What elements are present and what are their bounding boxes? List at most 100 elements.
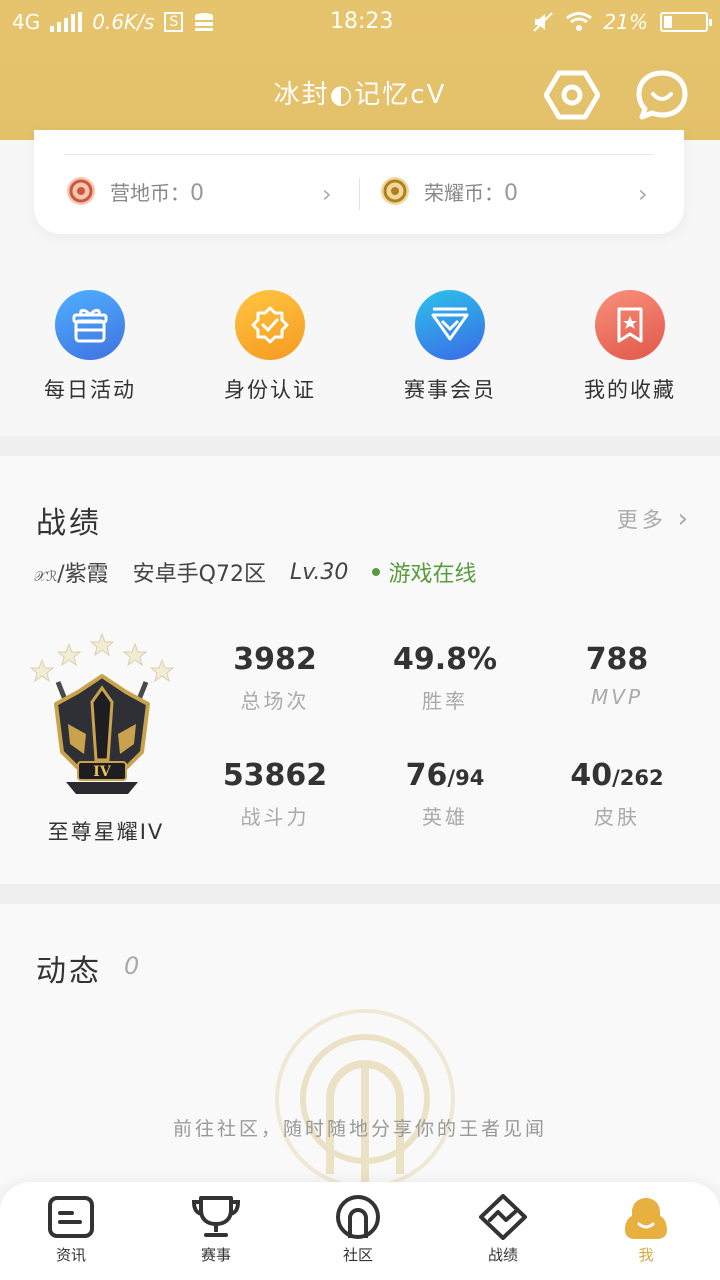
- honor-coin-value: 0: [504, 180, 518, 206]
- feed-title: 动态: [36, 954, 102, 989]
- honor-coin-entry[interactable]: 荣耀币：0: [380, 176, 518, 206]
- shortcut-verification[interactable]: 身份认证: [195, 290, 345, 404]
- stat-label: 胜率: [422, 689, 468, 713]
- record-chart-icon: [479, 1194, 527, 1240]
- record-section: 战绩 更多 › 𝒳ℛ/紫霞 安卓手Q72区 Lv.30 游戏在线 IV 至尊星耀…: [0, 456, 720, 884]
- mute-icon: [532, 12, 553, 32]
- stat-value: 53862: [222, 758, 328, 793]
- status-bar: 4G 0.6K/s S 18:23 21%: [0, 0, 720, 48]
- section-separator: [0, 436, 720, 456]
- sim-badge-icon: S: [164, 12, 184, 32]
- player-tag: 𝒳ℛ: [34, 569, 58, 585]
- diamond-icon: [415, 290, 485, 360]
- tab-label: 战绩: [487, 1246, 518, 1264]
- bookmark-star-icon: [595, 290, 665, 360]
- chevron-right-icon: ›: [677, 504, 688, 534]
- settings-icon[interactable]: [543, 70, 601, 120]
- bottom-tab-bar: 资讯 赛事 社区 战绩 我: [0, 1182, 720, 1280]
- database-icon: [195, 13, 214, 31]
- camp-coin-icon: [67, 177, 95, 205]
- tab-label: 我: [638, 1246, 654, 1264]
- stat-value: 3982: [233, 642, 317, 677]
- rank-name: 至尊星耀IV: [47, 820, 165, 844]
- tab-events[interactable]: 赛事: [166, 1194, 266, 1265]
- stat-total-matches[interactable]: 3982 总场次: [190, 642, 360, 714]
- section-separator: [0, 884, 720, 904]
- stat-win-rate[interactable]: 49.8% 胜率: [360, 642, 530, 714]
- stat-value: 40: [570, 758, 613, 793]
- more-label: 更多: [616, 508, 667, 532]
- online-dot-icon: [372, 568, 381, 576]
- server-name: 安卓手Q72区: [132, 562, 266, 587]
- shortcut-event-member[interactable]: 赛事会员: [375, 290, 525, 404]
- stat-label: MVP: [591, 685, 643, 709]
- profile-icon: [625, 1198, 667, 1239]
- tab-label: 社区: [342, 1246, 373, 1264]
- verify-badge-icon: [235, 290, 305, 360]
- net-speed: 0.6K/s: [92, 10, 155, 34]
- community-watermark-icon: [275, 1009, 455, 1184]
- stat-suffix: /262: [612, 766, 664, 790]
- stat-combat-power[interactable]: 53862 战斗力: [190, 758, 360, 830]
- shortcut-daily-activity[interactable]: 每日活动: [15, 290, 165, 404]
- online-status: 游戏在线: [372, 556, 476, 588]
- feed-empty-text[interactable]: 前往社区，随时随地分享你的王者见闻: [0, 1114, 720, 1141]
- stat-suffix: /94: [447, 766, 485, 790]
- signal-icon: [50, 12, 83, 32]
- camp-coin-chevron-icon[interactable]: ›: [322, 180, 332, 208]
- camp-coin-value: 0: [190, 180, 204, 206]
- shortcut-label: 我的收藏: [584, 378, 676, 402]
- camp-coin-entry[interactable]: 营地币：0: [66, 176, 204, 206]
- shortcut-label: 赛事会员: [404, 378, 496, 402]
- gift-icon: [55, 290, 125, 360]
- community-icon: [336, 1195, 380, 1239]
- battery-icon: [660, 12, 712, 32]
- honor-coin-icon: [381, 177, 409, 205]
- stat-heroes[interactable]: 76/94 英雄: [360, 758, 530, 830]
- stat-skins[interactable]: 40/262 皮肤: [532, 758, 702, 830]
- divider: [359, 178, 360, 210]
- tab-community[interactable]: 社区: [308, 1194, 408, 1265]
- stat-value: 49.8%: [392, 642, 498, 677]
- player-name[interactable]: 𝒳ℛ/紫霞: [34, 556, 109, 588]
- player-name-text: /紫霞: [57, 562, 109, 587]
- record-title: 战绩: [36, 506, 102, 541]
- honor-coin-label: 荣耀币：: [424, 180, 504, 205]
- tab-me[interactable]: 我: [596, 1194, 696, 1265]
- network-type: 4G: [12, 10, 41, 34]
- battery-percent: 21%: [603, 10, 648, 34]
- record-more-link[interactable]: 更多 ›: [617, 504, 688, 534]
- honor-coin-chevron-icon[interactable]: ›: [638, 180, 648, 208]
- feed-section: 动态 0 前往社区，随时随地分享你的王者见闻: [0, 904, 720, 1184]
- player-info: 𝒳ℛ/紫霞 安卓手Q72区 Lv.30 游戏在线: [34, 556, 476, 588]
- shortcut-grid: 每日活动 身份认证 赛事会员 我的收藏: [0, 260, 720, 436]
- tab-record[interactable]: 战绩: [453, 1194, 553, 1265]
- stat-label: 皮肤: [594, 805, 640, 829]
- trophy-icon: [191, 1196, 241, 1237]
- shortcut-label: 身份认证: [224, 378, 316, 402]
- feed-count: 0: [124, 952, 140, 980]
- tab-label: 赛事: [200, 1246, 231, 1264]
- tab-label: 资讯: [55, 1246, 86, 1264]
- svg-text:IV: IV: [93, 764, 112, 780]
- clock: 18:23: [330, 9, 394, 34]
- wallet-card: 营地币：0 › 荣耀币：0 ›: [34, 130, 684, 234]
- stat-mvp[interactable]: 788 MVP: [532, 642, 702, 709]
- shortcut-favorites[interactable]: 我的收藏: [555, 290, 705, 404]
- rank-badge-icon[interactable]: IV: [28, 632, 176, 802]
- divider: [64, 154, 654, 155]
- news-icon: [48, 1196, 94, 1238]
- shortcut-label: 每日活动: [44, 378, 136, 402]
- stat-label: 英雄: [422, 805, 468, 829]
- player-level: Lv.30: [289, 559, 349, 585]
- message-icon[interactable]: [634, 70, 690, 120]
- online-text: 游戏在线: [388, 562, 477, 587]
- stat-label: 战斗力: [240, 805, 310, 829]
- tab-news[interactable]: 资讯: [21, 1194, 121, 1265]
- username[interactable]: 冰封◐记忆cV: [0, 74, 720, 111]
- stat-value: 788: [585, 642, 649, 677]
- stat-label: 总场次: [240, 689, 310, 713]
- wifi-icon: [565, 12, 592, 31]
- stat-value: 76: [405, 758, 448, 793]
- camp-coin-label: 营地币：: [110, 180, 190, 205]
